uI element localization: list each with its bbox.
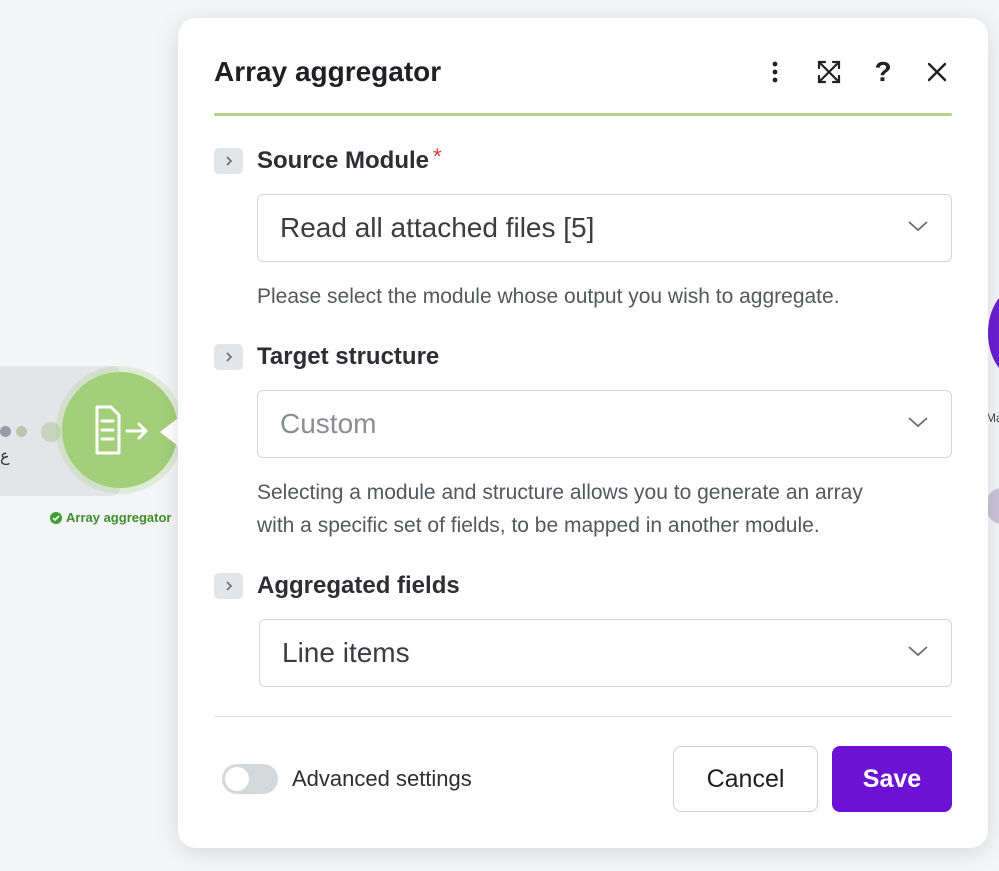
target-structure-expander[interactable] xyxy=(214,344,243,370)
advanced-settings: Advanced settings xyxy=(222,764,472,794)
source-module-label: Source Module xyxy=(257,147,430,174)
target-structure-label: Target structure xyxy=(257,343,440,370)
module-settings-dialog: Array aggregator ? Source Module * Read … xyxy=(178,18,988,848)
connector-dot xyxy=(16,426,27,437)
header-divider xyxy=(214,113,952,116)
canvas-glyph: ع xyxy=(0,448,10,465)
fullscreen-icon[interactable] xyxy=(814,57,844,87)
module-label-text: Array aggregator xyxy=(66,510,172,525)
close-icon[interactable] xyxy=(922,57,952,87)
aggregated-fields-header: Aggregated fields xyxy=(214,571,952,601)
required-mark: * xyxy=(433,144,442,169)
advanced-settings-toggle[interactable] xyxy=(222,764,278,794)
help-icon[interactable]: ? xyxy=(868,56,898,87)
more-vertical-icon[interactable] xyxy=(760,57,790,87)
hint-line: Selecting a module and structure allows … xyxy=(257,481,863,504)
advanced-settings-label: Advanced settings xyxy=(292,766,472,791)
chevron-down-icon xyxy=(907,644,929,662)
source-module-section: Source Module * Read all attached files [… xyxy=(214,144,952,313)
dialog-footer: Advanced settings Cancel Save xyxy=(222,746,952,812)
module-pointer xyxy=(160,418,178,446)
next-module-circle[interactable] xyxy=(988,288,999,378)
source-module-value: Read all attached files [5] xyxy=(280,212,595,243)
chevron-down-icon xyxy=(907,415,929,433)
hint-line: with a specific set of fields, to be map… xyxy=(257,514,820,537)
aggregated-fields-label: Aggregated fields xyxy=(257,572,460,599)
source-module-header: Source Module * xyxy=(214,144,952,176)
chevron-right-icon xyxy=(225,581,232,591)
target-structure-section: Target structure Custom Selecting a modu… xyxy=(214,342,952,542)
aggregated-fields-value: Line items xyxy=(282,637,410,668)
help-glyph: ? xyxy=(874,56,892,87)
connector-dot xyxy=(0,426,11,437)
dialog-header: Array aggregator ? xyxy=(214,48,952,96)
aggregated-fields-section: Aggregated fields Line items xyxy=(214,571,952,687)
aggregated-fields-expander[interactable] xyxy=(214,573,243,599)
header-actions: ? xyxy=(760,56,952,87)
chevron-down-icon xyxy=(907,219,929,237)
target-structure-value: Custom xyxy=(280,408,377,439)
module-status-label: Array aggregator xyxy=(50,510,171,525)
cancel-button[interactable]: Cancel xyxy=(673,746,818,812)
aggregated-fields-select[interactable]: Line items xyxy=(259,619,952,687)
connector-dot xyxy=(41,422,61,442)
source-module-hint: Please select the module whose output yo… xyxy=(257,285,840,308)
chevron-right-icon xyxy=(225,156,232,166)
target-structure-select[interactable]: Custom xyxy=(257,390,952,458)
save-button[interactable]: Save xyxy=(832,746,952,812)
source-module-select[interactable]: Read all attached files [5] xyxy=(257,194,952,262)
aggregator-icon xyxy=(95,405,148,455)
check-icon xyxy=(50,511,62,524)
target-structure-header: Target structure xyxy=(214,342,952,372)
toggle-knob xyxy=(225,767,249,791)
target-structure-hint: Selecting a module and structure allows … xyxy=(257,476,952,542)
footer-buttons: Cancel Save xyxy=(673,746,952,812)
chevron-right-icon xyxy=(225,352,232,362)
footer-divider xyxy=(214,716,952,717)
source-module-expander[interactable] xyxy=(214,148,243,174)
dialog-title: Array aggregator xyxy=(214,56,442,87)
